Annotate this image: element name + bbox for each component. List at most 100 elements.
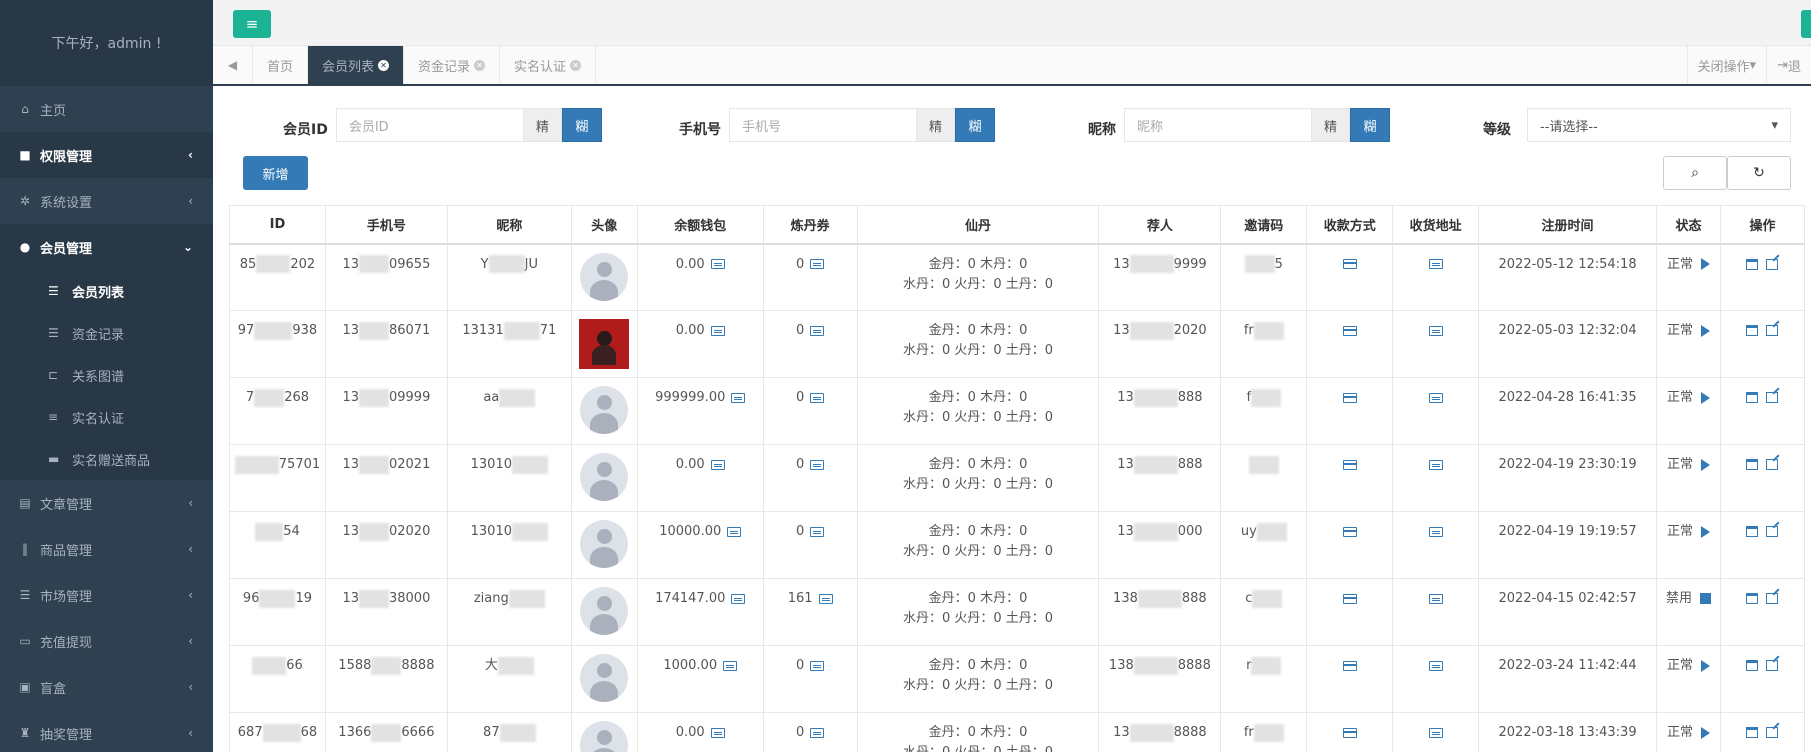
sidebar-item-permission[interactable]: ■ 权限管理 ‹ [0,132,213,178]
calendar-icon[interactable] [1746,660,1759,671]
edit-icon[interactable] [1766,526,1779,537]
nickname-input[interactable]: 昵称 [1124,108,1312,142]
member-id-exact-button[interactable]: 精 [523,108,562,142]
tab-scroll-left-button[interactable]: ◀ [213,46,253,84]
address-icon[interactable] [1428,392,1443,403]
play-icon[interactable] [1700,525,1710,538]
sidebar-subitem-fund-records[interactable]: ☰ 资金记录 [0,312,213,354]
address-icon[interactable] [1428,727,1443,738]
sidebar-item-goods[interactable]: ‖ 商品管理 ‹ [0,526,213,572]
tab-fund-records[interactable]: 资金记录 ✕ [404,46,501,84]
calendar-icon[interactable] [1746,526,1759,537]
sidebar-subitem-member-list[interactable]: ☰ 会员列表 [0,270,213,312]
credit-card-icon[interactable] [1342,259,1357,269]
coupon-detail-icon[interactable] [810,526,825,537]
edit-icon[interactable] [1766,392,1779,403]
add-button[interactable]: 新增 [243,156,308,190]
calendar-icon[interactable] [1746,325,1759,336]
sidebar-item-system[interactable]: ✲ 系统设置 ‹ [0,178,213,224]
exit-button[interactable]: ⇥ 退 [1766,46,1811,84]
search-button[interactable]: ⌕ [1663,156,1727,190]
calendar-icon[interactable] [1746,727,1759,738]
wallet-detail-icon[interactable] [710,325,725,336]
calendar-icon[interactable] [1746,392,1759,403]
play-icon[interactable] [1700,726,1710,739]
tab-real-name[interactable]: 实名认证 ✕ [500,46,597,84]
top-right-button[interactable] [1801,10,1811,38]
edit-icon[interactable] [1766,459,1779,470]
address-icon[interactable] [1428,259,1443,269]
close-icon[interactable]: ✕ [474,59,486,71]
address-icon[interactable] [1428,526,1443,537]
sidebar-item-articles[interactable]: ▤ 文章管理 ‹ [0,480,213,526]
member-id-fuzzy-button[interactable]: 糊 [561,108,602,142]
col-avatar[interactable]: 头像 [570,205,638,245]
col-coupon[interactable]: 炼丹券 [762,205,858,245]
sidebar-item-home[interactable]: ⌂ 主页 [0,86,213,132]
edit-icon[interactable] [1766,258,1779,270]
col-nickname[interactable]: 昵称 [446,205,572,245]
address-icon[interactable] [1428,459,1443,470]
sidebar-item-market[interactable]: ☰ 市场管理 ‹ [0,572,213,618]
close-icon[interactable]: ✕ [378,59,390,71]
credit-card-icon[interactable] [1342,727,1357,738]
col-invite-code[interactable]: 邀请码 [1220,205,1308,245]
coupon-detail-icon[interactable] [810,459,825,470]
sidebar-subitem-gift-goods[interactable]: ▬ 实名赠送商品 [0,438,213,480]
edit-icon[interactable] [1766,727,1779,738]
tab-member-list[interactable]: 会员列表 ✕ [308,46,405,84]
address-icon[interactable] [1428,660,1443,671]
credit-card-icon[interactable] [1342,526,1357,537]
close-icon[interactable]: ✕ [570,59,582,71]
wallet-detail-icon[interactable] [731,593,746,604]
edit-icon[interactable] [1766,660,1779,671]
sidebar-item-members[interactable]: ● 会员管理 ⌄ [0,224,213,270]
coupon-detail-icon[interactable] [810,660,825,671]
phone-exact-button[interactable]: 精 [917,108,955,142]
coupon-detail-icon[interactable] [810,392,825,403]
col-id[interactable]: ID [229,205,326,245]
member-id-input[interactable]: 会员ID [335,108,524,142]
address-icon[interactable] [1428,325,1443,336]
stop-icon[interactable] [1699,593,1711,604]
calendar-icon[interactable] [1746,258,1759,270]
col-payment-method[interactable]: 收款方式 [1306,205,1394,245]
wallet-detail-icon[interactable] [710,259,725,269]
credit-card-icon[interactable] [1342,459,1357,470]
credit-card-icon[interactable] [1342,325,1357,336]
wallet-detail-icon[interactable] [710,727,725,738]
sidebar-item-blindbox[interactable]: ▣ 盲盒 ‹ [0,664,213,710]
play-icon[interactable] [1700,458,1710,471]
credit-card-icon[interactable] [1342,593,1357,604]
sidebar-subitem-real-name[interactable]: ≡ 实名认证 [0,396,213,438]
wallet-detail-icon[interactable] [727,526,742,537]
calendar-icon[interactable] [1746,459,1759,470]
phone-fuzzy-button[interactable]: 糊 [955,108,995,142]
wallet-detail-icon[interactable] [710,459,725,470]
sidebar-item-lottery[interactable]: ♜ 抽奖管理 ‹ [0,710,213,752]
address-icon[interactable] [1428,593,1443,604]
wallet-detail-icon[interactable] [731,392,746,403]
play-icon[interactable] [1700,391,1710,404]
credit-card-icon[interactable] [1342,392,1357,403]
refresh-button[interactable]: ↻ [1727,156,1791,190]
nickname-exact-button[interactable]: 精 [1312,108,1350,142]
col-referrer[interactable]: 荐人 [1098,205,1222,245]
coupon-detail-icon[interactable] [818,593,833,604]
coupon-detail-icon[interactable] [810,259,825,269]
level-select[interactable]: --请选择-- ▾ [1527,108,1791,142]
edit-icon[interactable] [1766,593,1779,604]
wallet-detail-icon[interactable] [723,660,738,671]
edit-icon[interactable] [1766,325,1779,336]
play-icon[interactable] [1700,659,1710,672]
nickname-fuzzy-button[interactable]: 糊 [1350,108,1390,142]
menu-toggle-button[interactable]: ≡ [233,10,271,38]
calendar-icon[interactable] [1746,593,1759,604]
col-elixir[interactable]: 仙丹 [856,205,1100,245]
coupon-detail-icon[interactable] [810,727,825,738]
close-operations-dropdown[interactable]: 关闭操作 ▾ [1686,46,1767,84]
col-address[interactable]: 收货地址 [1392,205,1480,245]
play-icon[interactable] [1700,258,1710,270]
col-register-time[interactable]: 注册时间 [1478,205,1657,245]
play-icon[interactable] [1700,324,1710,337]
